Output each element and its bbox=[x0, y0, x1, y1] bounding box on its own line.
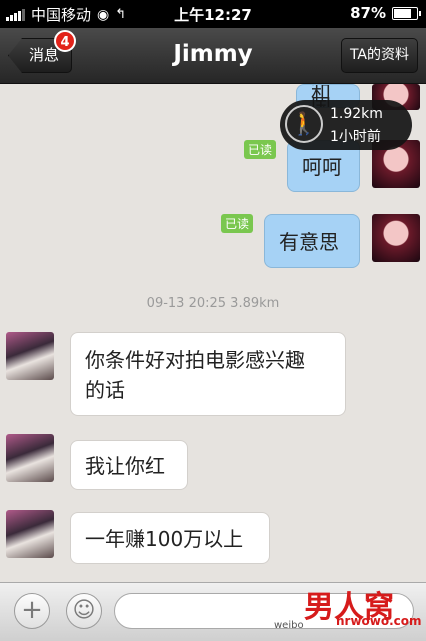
read-receipt: 已读 bbox=[221, 214, 254, 233]
message-bubble[interactable]: 有意思 bbox=[264, 214, 360, 268]
message-text: 呵呵 bbox=[302, 155, 342, 179]
message-timestamp: 09-13 20:25 3.89km bbox=[146, 296, 280, 311]
location-distance-popup[interactable]: 🚶 1.92km 1小时前 bbox=[280, 100, 412, 150]
location-distance: 1.92km bbox=[330, 106, 383, 122]
watermark-weibo: weibo bbox=[274, 620, 304, 631]
read-receipt: 已读 bbox=[244, 140, 277, 159]
contact-avatar[interactable] bbox=[6, 434, 54, 482]
battery-fill bbox=[394, 8, 412, 18]
message-bubble[interactable]: 你条件好对拍电影感兴趣 的话 bbox=[70, 332, 346, 416]
message-text: 有意思 bbox=[279, 230, 339, 254]
walking-person-icon: 🚶 bbox=[285, 105, 323, 143]
battery-icon bbox=[392, 6, 421, 20]
message-text-line: 你条件好对拍电影感兴趣 bbox=[85, 348, 305, 372]
status-bar: 中国移动 ◉ ↰ 上午12:27 87% bbox=[0, 0, 426, 28]
emoji-button[interactable]: ☺ bbox=[66, 593, 102, 629]
message-text: 我让你红 bbox=[85, 454, 165, 478]
my-avatar[interactable] bbox=[372, 214, 420, 262]
plus-button[interactable]: + bbox=[14, 593, 50, 629]
watermark-site: nrwowo.com bbox=[336, 614, 422, 628]
contact-avatar[interactable] bbox=[6, 332, 54, 380]
profile-button[interactable]: TA的资料 bbox=[340, 38, 418, 73]
message-text-line: 的话 bbox=[85, 378, 125, 402]
location-time-ago: 1小时前 bbox=[330, 129, 381, 145]
watermark: 男人窝 nrwowo.com weibo bbox=[274, 584, 422, 634]
message-bubble[interactable]: 我让你红 bbox=[70, 440, 188, 490]
contact-avatar[interactable] bbox=[6, 510, 54, 558]
status-right: 87% bbox=[350, 4, 421, 22]
message-bubble[interactable]: 一年赚100万以上 bbox=[70, 512, 270, 564]
battery-percent: 87% bbox=[350, 4, 386, 22]
navigation-bar: 消息 4 Jimmy TA的资料 bbox=[0, 28, 426, 84]
message-text: 一年赚100万以上 bbox=[85, 527, 244, 551]
